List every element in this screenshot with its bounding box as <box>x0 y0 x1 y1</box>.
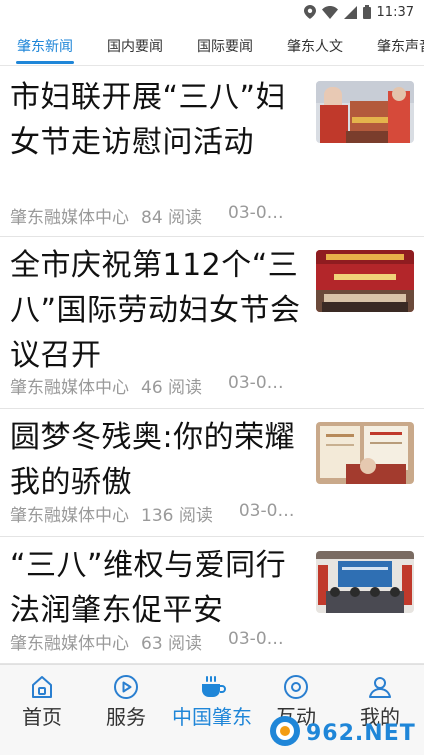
nav-china-zhaodong[interactable]: 中国肇东 <box>170 665 254 755</box>
news-source: 肇东融媒体中心 <box>10 208 129 228</box>
user-icon <box>366 673 394 701</box>
news-title[interactable]: “三八”维权与爱同行 法润肇东促平安 <box>10 543 302 633</box>
nav-home[interactable]: 首页 <box>0 665 84 755</box>
category-tabs: 肇东新闻 国内要闻 国际要闻 肇东人文 肇东声音 <box>0 26 424 66</box>
nav-china-zhaodong-label: 中国肇东 <box>172 705 252 729</box>
watermark-logo-icon <box>268 714 302 752</box>
news-date: 03-08 ... <box>228 629 290 649</box>
news-item[interactable]: “三八”维权与爱同行 法润肇东促平安 肇东融媒体中心 63 阅读 03-08 .… <box>0 537 424 664</box>
news-item[interactable]: 全市庆祝第112个“三八”国际劳动妇女节会议召开 肇东融媒体中心 46 阅读 0… <box>0 237 424 409</box>
news-thumbnail[interactable] <box>316 551 414 613</box>
news-source: 肇东融媒体中心 <box>10 506 129 526</box>
tab-domestic-news[interactable]: 国内要闻 <box>90 26 180 65</box>
watermark-text: 962.NET <box>306 720 416 746</box>
signal-icon <box>343 5 357 19</box>
news-feed[interactable]: 市妇联开展“三八”妇女节走访慰问活动 肇东融媒体中心 84 阅读 03-09 .… <box>0 67 424 664</box>
news-source: 肇东融媒体中心 <box>10 634 129 654</box>
tab-zhaodong-voice[interactable]: 肇东声音 <box>360 26 424 65</box>
play-circle-icon <box>112 673 140 701</box>
news-source: 肇东融媒体中心 <box>10 378 129 398</box>
news-reads: 84 阅读 <box>141 208 203 228</box>
news-meta: 肇东融媒体中心 46 阅读 03-09 ... <box>10 373 310 398</box>
news-reads: 46 阅读 <box>141 378 203 398</box>
news-meta: 肇东融媒体中心 63 阅读 03-08 ... <box>10 629 310 654</box>
nav-home-label: 首页 <box>22 705 62 729</box>
news-thumbnail[interactable] <box>316 81 414 143</box>
status-time: 11:37 <box>376 4 414 20</box>
site-watermark: 962.NET <box>268 715 418 751</box>
wifi-icon <box>321 5 338 19</box>
news-meta: 肇东融媒体中心 84 阅读 03-09 ... <box>10 203 310 228</box>
tab-international-news[interactable]: 国际要闻 <box>180 26 270 65</box>
news-date: 03-09 ... <box>228 373 290 393</box>
news-meta: 肇东融媒体中心 136 阅读 03-08 ... <box>10 501 310 526</box>
home-icon <box>28 673 56 701</box>
location-icon <box>303 5 316 19</box>
tab-zhaodong-culture[interactable]: 肇东人文 <box>270 26 360 65</box>
news-title[interactable]: 全市庆祝第112个“三八”国际劳动妇女节会议召开 <box>10 243 302 378</box>
tab-zhaodong-news[interactable]: 肇东新闻 <box>0 26 90 65</box>
news-item[interactable]: 市妇联开展“三八”妇女节走访慰问活动 肇东融媒体中心 84 阅读 03-09 .… <box>0 67 424 237</box>
battery-icon <box>362 5 371 19</box>
news-date: 03-09 ... <box>228 203 290 223</box>
news-title[interactable]: 市妇联开展“三八”妇女节走访慰问活动 <box>10 75 302 165</box>
bottom-nav: 首页 服务 中国肇东 互动 我的 962.NET <box>0 664 424 755</box>
news-item[interactable]: 圆梦冬残奥:你的荣耀我的骄傲 肇东融媒体中心 136 阅读 03-08 ... <box>0 409 424 537</box>
news-date: 03-08 ... <box>238 501 301 521</box>
news-thumbnail[interactable] <box>316 250 414 312</box>
nav-service[interactable]: 服务 <box>84 665 168 755</box>
news-title[interactable]: 圆梦冬残奥:你的荣耀我的骄傲 <box>10 415 302 505</box>
news-reads: 136 阅读 <box>141 506 213 526</box>
news-thumbnail[interactable] <box>316 422 414 484</box>
status-bar: 11:37 <box>0 0 424 24</box>
nav-service-label: 服务 <box>106 705 146 729</box>
news-reads: 63 阅读 <box>141 634 203 654</box>
cup-icon <box>198 673 226 701</box>
disc-icon <box>282 673 310 701</box>
